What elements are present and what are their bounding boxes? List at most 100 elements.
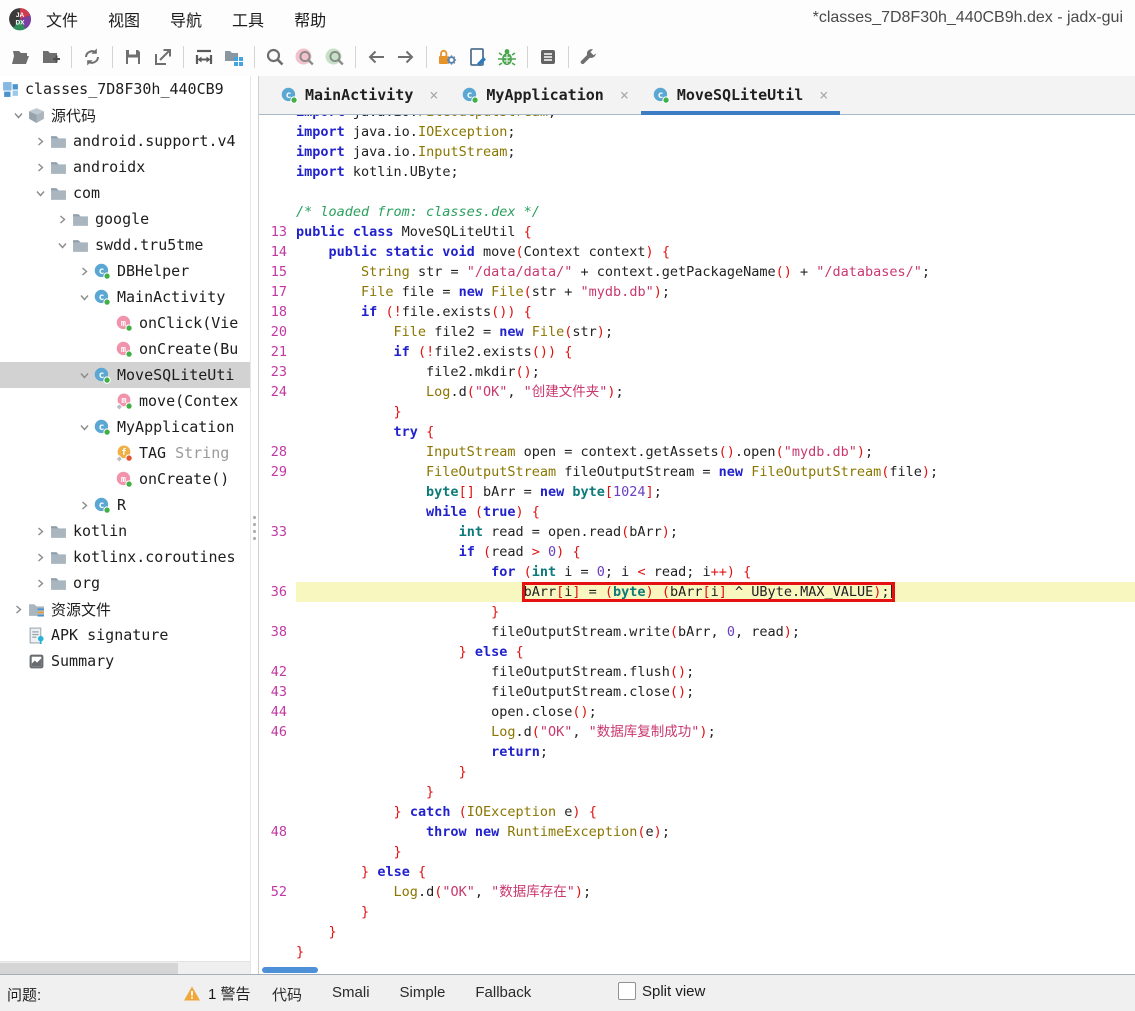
view-tab-code[interactable]: 代码 [272,984,302,1005]
tree-item-mainactivity[interactable]: cMainActivity [0,284,250,310]
tree-item-swdd-tru5tme[interactable]: swdd.tru5tme [0,232,250,258]
tree-item-oncreate-bundle[interactable]: monCreate(Bu [0,336,250,362]
tab-mainactivity[interactable]: cMainActivity× [269,76,450,114]
rename-button[interactable] [462,43,492,71]
flat-packages-button[interactable] [189,43,219,71]
search-comment-button[interactable] [320,43,350,71]
resources-folder-icon [28,601,48,617]
tree-item-onclick[interactable]: monClick(Vie [0,310,250,336]
menu-item-help[interactable]: 帮助 [294,13,326,30]
tree-item-label: classes_7D8F30h_440CB9 [25,80,224,98]
search-text-button[interactable] [260,43,290,71]
chevron-right-icon[interactable] [30,549,50,565]
warning-icon [183,985,201,1002]
close-tab-icon[interactable]: × [620,86,629,104]
split-view-checkbox[interactable] [618,982,636,1000]
view-tab-fallback[interactable]: Fallback [475,984,531,1005]
debugger-button[interactable] [492,43,522,71]
editor-side: cMainActivity×cMyApplication×cMoveSQLite… [258,76,1135,975]
split-view-label: Split view [642,983,705,1000]
tree-item-move[interactable]: mmove(Contex [0,388,250,414]
close-tab-icon[interactable]: × [429,86,438,104]
view-tab-simple[interactable]: Simple [400,984,446,1005]
chevron-down-icon[interactable] [74,367,94,383]
view-tab-smali[interactable]: Smali [332,984,370,1005]
preferences-icon [579,47,599,67]
tree-spacer [96,471,116,487]
tree-item-com[interactable]: com [0,180,250,206]
log-viewer-button[interactable] [533,43,563,71]
chevron-down-icon[interactable] [74,289,94,305]
chevron-right-icon[interactable] [74,263,94,279]
line-number [259,502,296,522]
tree-item-source-code[interactable]: 源代码 [0,102,250,128]
line-number [259,542,296,562]
warning-status[interactable]: 1 警告 [183,983,251,1004]
toolbar-separator [426,46,427,68]
tree-item-label: move(Contex [139,392,238,410]
line-number [259,402,296,422]
line-number [259,862,296,882]
deobfuscation-button[interactable] [432,43,462,71]
tree-scrollbar-thumb[interactable] [0,963,178,974]
chevron-right-icon[interactable] [74,497,94,513]
split-view-toggle[interactable]: Split view [618,982,705,1000]
close-tab-icon[interactable]: × [819,86,828,104]
editor-scrollbar-thumb[interactable] [262,967,318,973]
chevron-down-icon[interactable] [74,419,94,435]
tree-item-myapplication[interactable]: cMyApplication [0,414,250,440]
toolbar-separator [568,46,569,68]
tab-myapplication[interactable]: cMyApplication× [450,76,640,114]
tree-item-summary[interactable]: Summary [0,648,250,674]
tree-item-android-support-v4[interactable]: android.support.v4 [0,128,250,154]
tree-horizontal-scrollbar[interactable] [0,961,250,975]
chevron-right-icon[interactable] [30,575,50,591]
menu-item-tools[interactable]: 工具 [232,13,264,30]
tree-item-movesqliteutil[interactable]: cMoveSQLiteUti [0,362,250,388]
save-all-button[interactable] [118,43,148,71]
export-button[interactable] [148,43,178,71]
menu-item-file[interactable]: 文件 [46,13,78,30]
reload-button[interactable] [77,43,107,71]
code-line: 20 File file2 = new File(str); [259,322,1135,342]
chevron-down-icon[interactable] [8,107,28,123]
panel-splitter[interactable] [250,76,258,975]
chevron-right-icon[interactable] [30,133,50,149]
sync-with-editor-button[interactable] [219,43,249,71]
line-number: 43 [259,682,296,702]
tree-item-tag-field[interactable]: fTAGString [0,440,250,466]
tree-item-kotlin[interactable]: kotlin [0,518,250,544]
tab-movesqliteutil[interactable]: cMoveSQLiteUtil× [641,76,840,114]
menu-item-view[interactable]: 视图 [108,13,140,30]
tree-item-google[interactable]: google [0,206,250,232]
chevron-down-icon[interactable] [30,185,50,201]
chevron-right-icon[interactable] [30,523,50,539]
code-line: 46 Log.d("OK", "数据库复制成功"); [259,722,1135,742]
nav-forward-button[interactable] [391,43,421,71]
code-editor[interactable]: import java.io.FileOutputStream;import j… [259,115,1135,966]
chevron-right-icon[interactable] [30,159,50,175]
code-line: } [259,782,1135,802]
tree-item-dbhelper[interactable]: cDBHelper [0,258,250,284]
project-tree[interactable]: classes_7D8F30h_440CB9 源代码android.support… [0,76,250,975]
tree-item-kotlinx-coroutines[interactable]: kotlinx.coroutines [0,544,250,570]
tree-item-r-class[interactable]: cR [0,492,250,518]
menu-item-navigation[interactable]: 导航 [170,13,202,30]
chevron-right-icon[interactable] [52,211,72,227]
tree-item-apk-signature[interactable]: APK signature [0,622,250,648]
search-class-button[interactable] [290,43,320,71]
nav-back-button[interactable] [361,43,391,71]
add-files-button[interactable] [36,43,66,71]
tree-item-oncreate[interactable]: monCreate() [0,466,250,492]
tree-item-org[interactable]: org [0,570,250,596]
open-file-button[interactable] [6,43,36,71]
tree-item-androidx[interactable]: androidx [0,154,250,180]
tree-item-dex-root[interactable]: classes_7D8F30h_440CB9 [0,76,250,102]
chevron-down-icon[interactable] [52,237,72,253]
code-line: import java.io.FileOutputStream; [259,115,1135,122]
tree-item-label: DBHelper [117,262,189,280]
chevron-right-icon[interactable] [8,601,28,617]
preferences-button[interactable] [574,43,604,71]
tree-item-resources[interactable]: 资源文件 [0,596,250,622]
tree-item-label: kotlinx.coroutines [73,548,236,566]
